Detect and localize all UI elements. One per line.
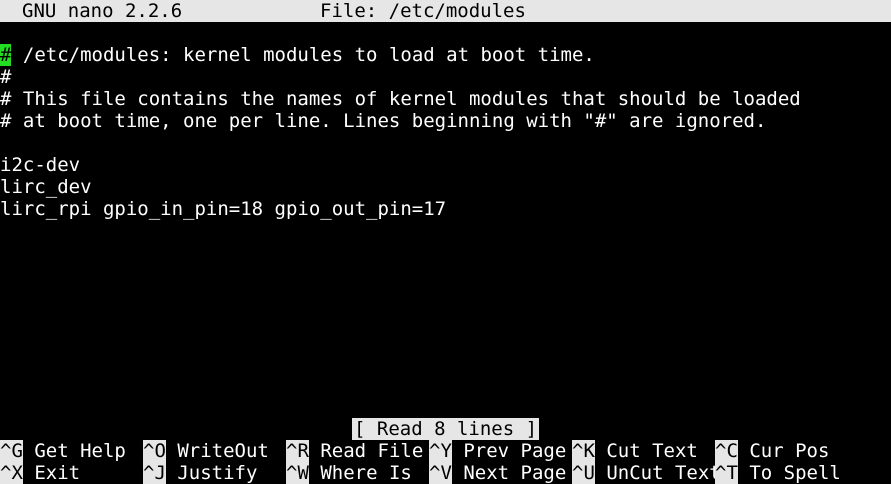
shortcut-key: ^R	[286, 440, 309, 462]
shortcut-key: ^X	[0, 462, 23, 484]
shortcut-label: Where Is	[308, 462, 412, 484]
shortcut-key: ^W	[286, 462, 309, 484]
editor-line[interactable]: lirc_dev	[0, 176, 891, 198]
shortcut-key: ^K	[572, 440, 595, 462]
shortcut-label: WriteOut	[165, 440, 269, 462]
shortcut-cut-text[interactable]: ^K Cut Text	[572, 440, 698, 462]
shortcut-read-file[interactable]: ^R Read File	[286, 440, 423, 462]
status-message: [ Read 8 lines ]	[352, 418, 540, 440]
shortcut-uncut-text[interactable]: ^U UnCut Text	[572, 462, 721, 484]
shortcut-label: UnCut Text	[594, 462, 721, 484]
text-editor-area[interactable]: # /etc/modules: kernel modules to load a…	[0, 44, 891, 220]
shortcut-prev-page[interactable]: ^Y Prev Page	[429, 440, 566, 462]
shortcut-key: ^T	[715, 462, 738, 484]
shortcut-label: Justify	[165, 462, 258, 484]
shortcut-where-is[interactable]: ^W Where Is	[286, 462, 412, 484]
shortcut-bar-row-2: ^X Exit ^J Justify ^W Where Is ^V Next P…	[0, 462, 891, 484]
shortcut-label: To Spell	[737, 462, 841, 484]
shortcut-label: Read File	[308, 440, 424, 462]
shortcut-next-page[interactable]: ^V Next Page	[429, 462, 566, 484]
editor-line-text: /etc/modules: kernel modules to load at …	[11, 44, 595, 66]
shortcut-label: Get Help	[22, 440, 126, 462]
shortcut-key: ^V	[429, 462, 452, 484]
shortcut-label: Next Page	[451, 462, 567, 484]
editor-line[interactable]	[0, 132, 891, 154]
shortcut-justify[interactable]: ^J Justify	[143, 462, 257, 484]
shortcut-label: Cur Pos	[737, 440, 830, 462]
shortcut-cur-pos[interactable]: ^C Cur Pos	[715, 440, 829, 462]
shortcut-get-help[interactable]: ^G Get Help	[0, 440, 126, 462]
shortcut-writeout[interactable]: ^O WriteOut	[143, 440, 269, 462]
editor-line[interactable]: # at boot time, one per line. Lines begi…	[0, 110, 891, 132]
editor-line[interactable]: # /etc/modules: kernel modules to load a…	[0, 44, 891, 66]
shortcut-label: Cut Text	[594, 440, 698, 462]
title-bar: GNU nano 2.2.6 File: /etc/modules	[0, 0, 891, 22]
shortcut-key: ^U	[572, 462, 595, 484]
editor-line[interactable]: lirc_rpi gpio_in_pin=18 gpio_out_pin=17	[0, 198, 891, 220]
shortcut-to-spell[interactable]: ^T To Spell	[715, 462, 841, 484]
app-name: GNU nano 2.2.6	[22, 0, 183, 22]
shortcut-label: Prev Page	[451, 440, 567, 462]
shortcut-key: ^G	[0, 440, 23, 462]
editor-line[interactable]: i2c-dev	[0, 154, 891, 176]
shortcut-key: ^C	[715, 440, 738, 462]
editor-line[interactable]: #	[0, 66, 891, 88]
shortcut-key: ^Y	[429, 440, 452, 462]
shortcut-exit[interactable]: ^X Exit	[0, 462, 80, 484]
shortcut-label: Exit	[22, 462, 81, 484]
shortcut-key: ^O	[143, 440, 166, 462]
shortcut-key: ^J	[143, 462, 166, 484]
editor-line[interactable]: # This file contains the names of kernel…	[0, 88, 891, 110]
text-cursor: #	[0, 44, 12, 66]
file-name: File: /etc/modules	[320, 0, 526, 22]
shortcut-bar-row-1: ^G Get Help ^O WriteOut ^R Read File ^Y …	[0, 440, 891, 462]
